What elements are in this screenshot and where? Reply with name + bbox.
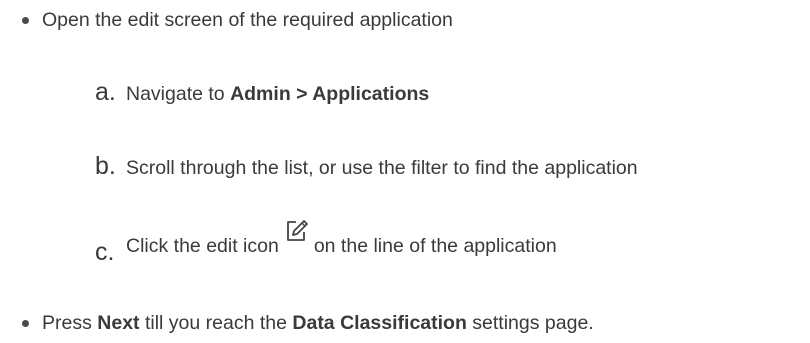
next-label: Next	[97, 312, 140, 334]
substep-scroll: b. Scroll through the list, or use the f…	[95, 152, 638, 181]
substep-text-suffix: on the line of the application	[313, 235, 557, 257]
substep-navigate: a. Navigate to Admin > Applications	[95, 78, 429, 107]
substep-click-edit: c. Click the edit icon on the line of th…	[95, 220, 557, 266]
step-open-edit-screen: Open the edit screen of the required app…	[22, 9, 453, 32]
instruction-list: Open the edit screen of the required app…	[0, 0, 810, 343]
edit-icon	[284, 218, 310, 244]
step-text: Press Next till you reach the Data Class…	[42, 312, 594, 335]
substep-text-prefix: Click the edit icon	[126, 235, 279, 257]
substep-text: Scroll through the list, or use the filt…	[126, 157, 638, 179]
substep-letter: a.	[95, 78, 116, 106]
substep-letter: c.	[95, 238, 115, 266]
step-text-middle: till you reach the	[139, 312, 293, 334]
step-press-next: Press Next till you reach the Data Class…	[22, 312, 594, 335]
step-text-suffix: settings page.	[466, 312, 594, 334]
substep-text-prefix: Navigate to	[126, 83, 231, 105]
menu-path: Admin > Applications	[230, 83, 430, 105]
substep-text: Navigate to Admin > Applications	[126, 83, 429, 106]
step-text-prefix: Press	[42, 312, 98, 334]
data-classification-label: Data Classification	[292, 312, 467, 334]
bullet-icon	[22, 17, 29, 24]
step-text: Open the edit screen of the required app…	[42, 9, 453, 31]
bullet-icon	[22, 320, 29, 327]
substep-letter: b.	[95, 152, 116, 180]
